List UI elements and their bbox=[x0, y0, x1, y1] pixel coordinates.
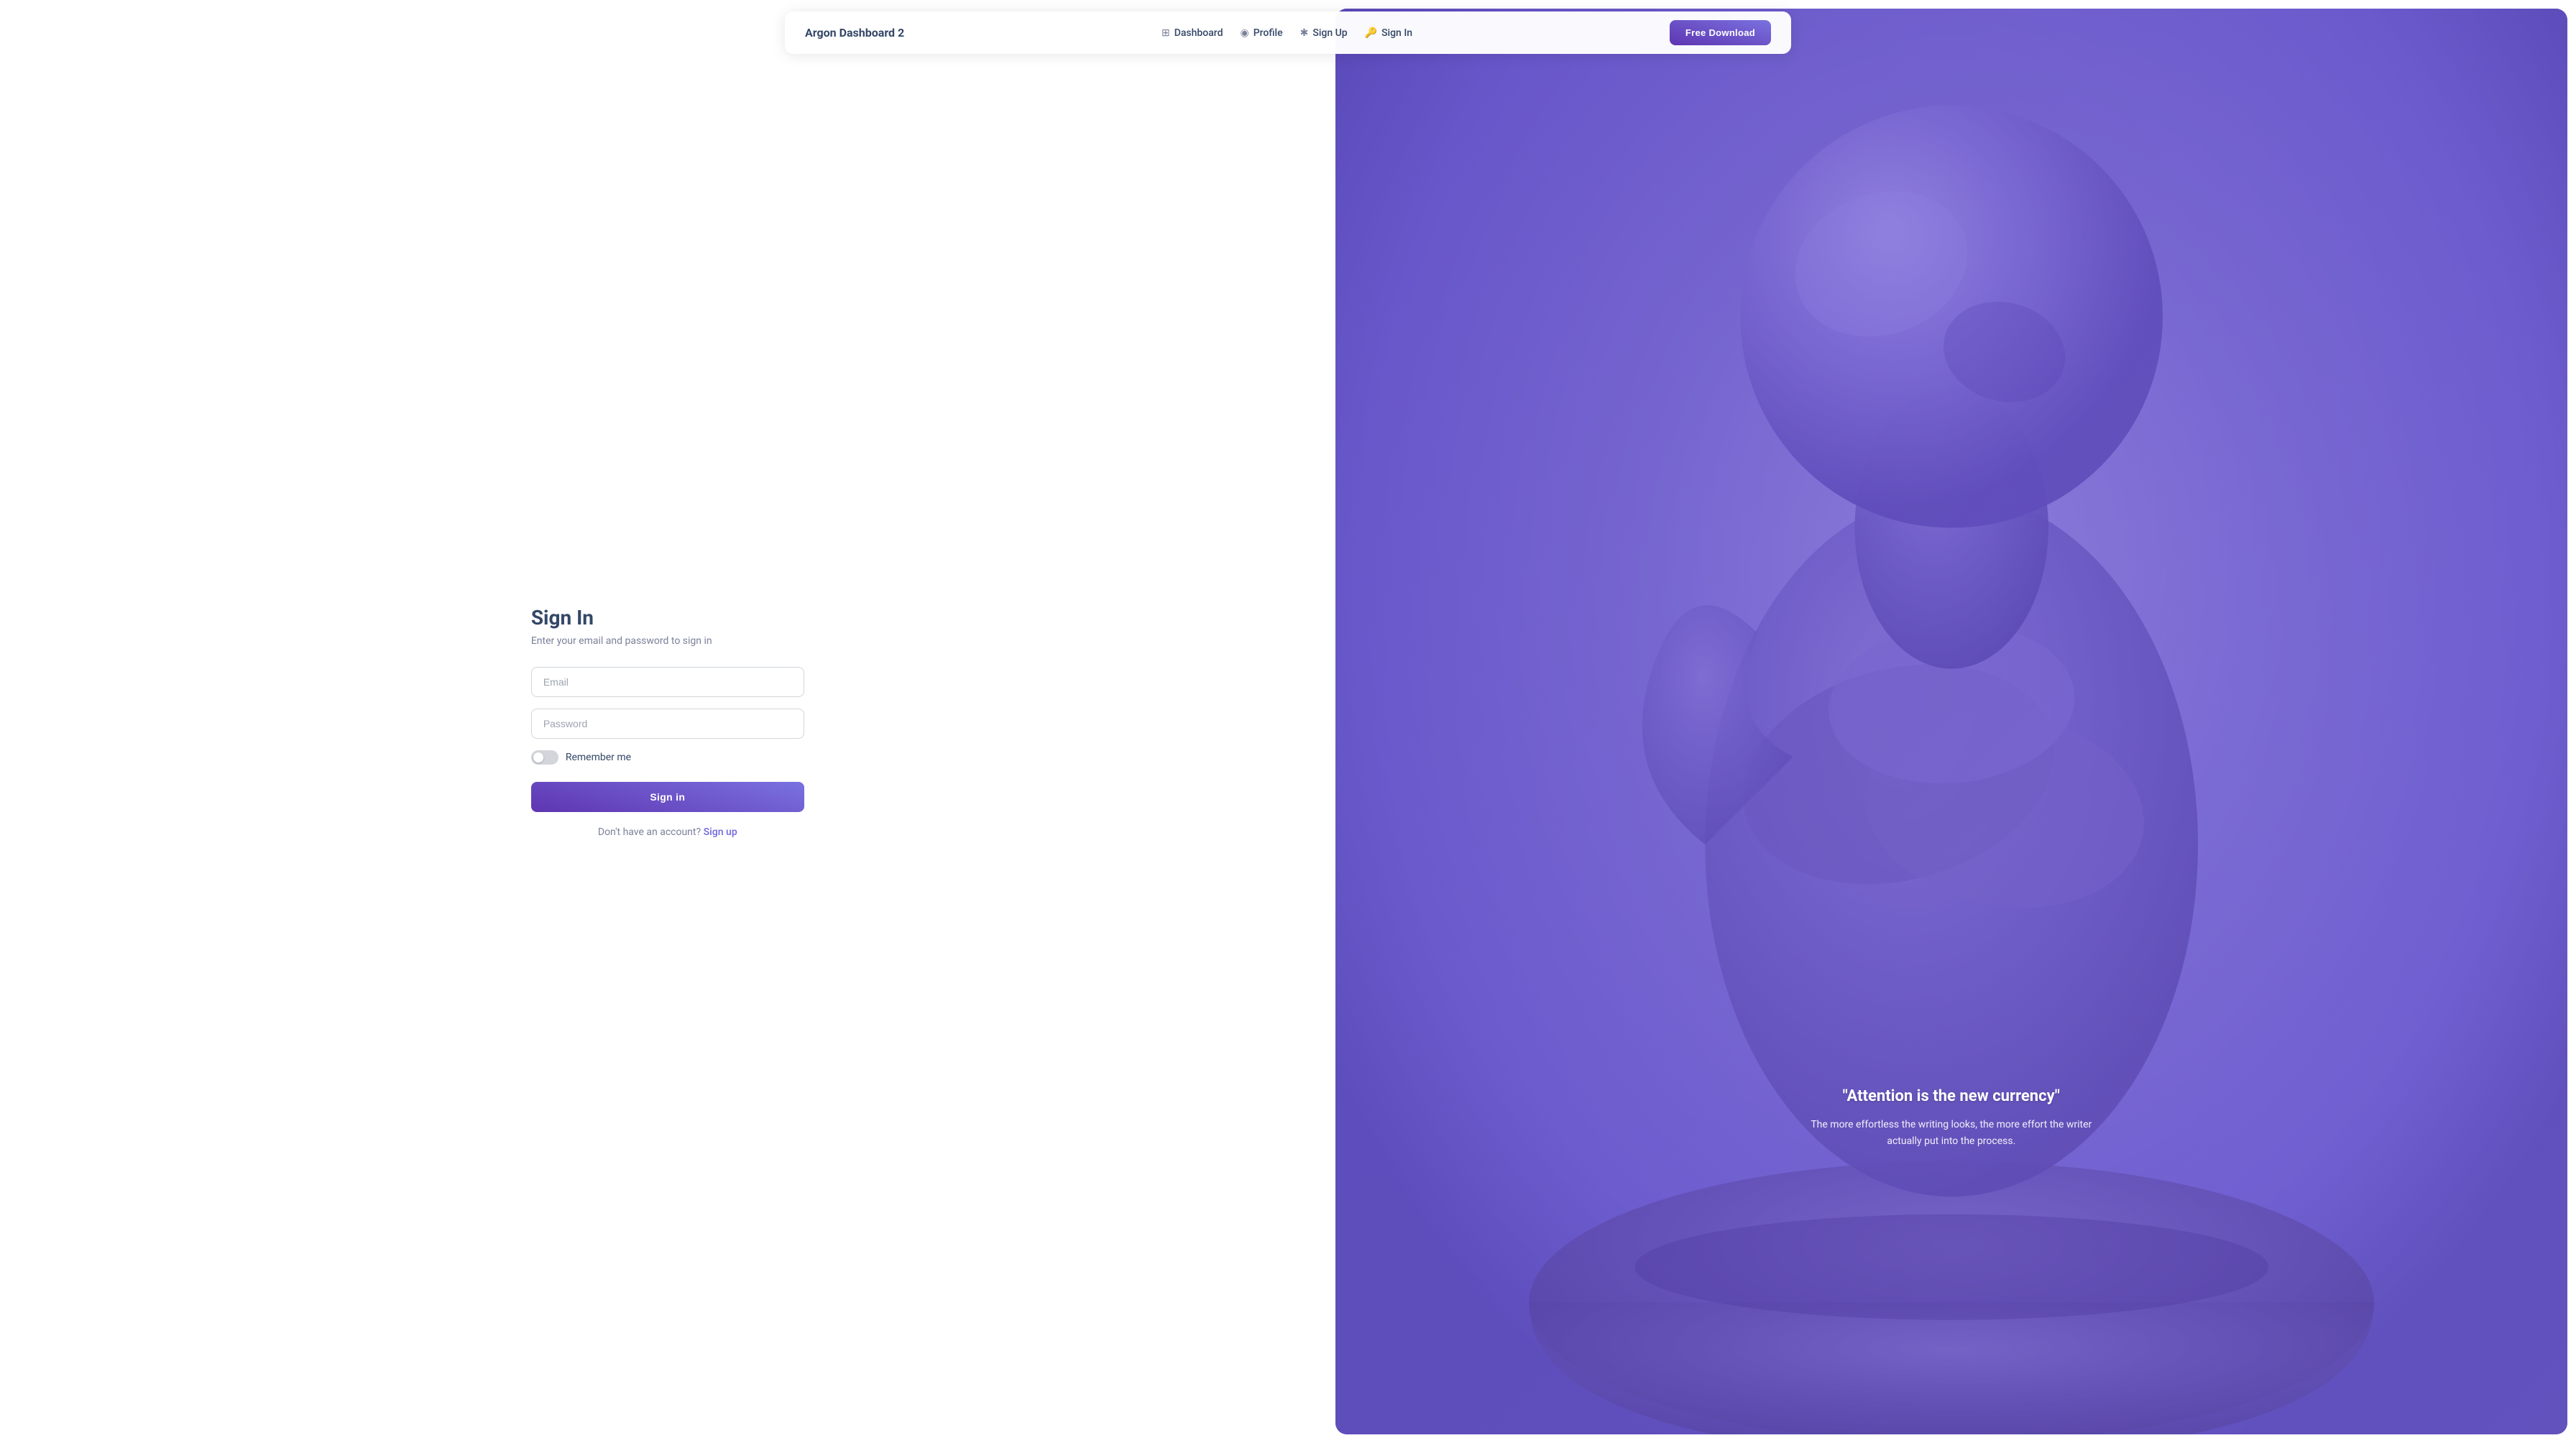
signup-link[interactable]: Sign up bbox=[704, 826, 737, 838]
signin-container: Sign In Enter your email and password to… bbox=[531, 606, 804, 838]
signup-prompt: Don't have an account? Sign up bbox=[531, 826, 804, 838]
nav-dashboard[interactable]: ⊞ Dashboard bbox=[1162, 27, 1223, 39]
quote-text: "Attention is the new currency" bbox=[1364, 1087, 2539, 1105]
email-input[interactable] bbox=[531, 667, 804, 697]
left-panel: Sign In Enter your email and password to… bbox=[0, 0, 1335, 1443]
remember-toggle[interactable] bbox=[531, 750, 558, 765]
remember-row: Remember me bbox=[531, 750, 804, 765]
right-panel: "Attention is the new currency" The more… bbox=[1335, 9, 2567, 1434]
signup-icon: ✱ bbox=[1300, 27, 1309, 39]
password-input[interactable] bbox=[531, 709, 804, 739]
nav-signup[interactable]: ✱ Sign Up bbox=[1300, 27, 1348, 39]
navbar: Argon Dashboard 2 ⊞ Dashboard ◉ Profile … bbox=[785, 11, 1791, 54]
brand-title: Argon Dashboard 2 bbox=[805, 26, 904, 40]
quote-content: "Attention is the new currency" The more… bbox=[1335, 1087, 2567, 1149]
profile-icon: ◉ bbox=[1240, 27, 1248, 39]
main-layout: Sign In Enter your email and password to… bbox=[0, 0, 2576, 1443]
quote-subtext: The more effortless the writing looks, t… bbox=[1808, 1117, 2095, 1149]
key-icon: 🔑 bbox=[1365, 27, 1377, 39]
right-panel-background: "Attention is the new currency" The more… bbox=[1335, 9, 2567, 1434]
signin-subtitle: Enter your email and password to sign in bbox=[531, 635, 804, 647]
dashboard-icon: ⊞ bbox=[1162, 27, 1170, 39]
purple-overlay bbox=[1335, 9, 2567, 1434]
nav-links: ⊞ Dashboard ◉ Profile ✱ Sign Up 🔑 Sign I… bbox=[1162, 27, 1412, 39]
signin-title: Sign In bbox=[531, 606, 804, 630]
password-group bbox=[531, 709, 804, 739]
email-group bbox=[531, 667, 804, 697]
toggle-slider bbox=[531, 750, 558, 765]
nav-signin[interactable]: 🔑 Sign In bbox=[1365, 27, 1412, 39]
signin-button[interactable]: Sign in bbox=[531, 782, 804, 812]
nav-profile[interactable]: ◉ Profile bbox=[1240, 27, 1282, 39]
remember-label: Remember me bbox=[566, 752, 631, 763]
free-download-button[interactable]: Free Download bbox=[1670, 20, 1771, 45]
